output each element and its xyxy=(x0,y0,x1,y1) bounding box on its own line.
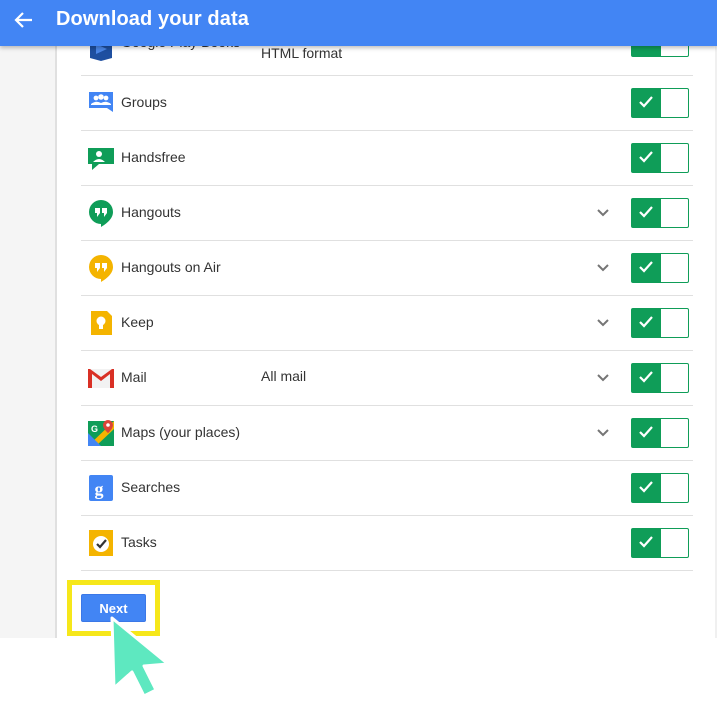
svg-text:G: G xyxy=(91,424,98,434)
chevron-down-icon[interactable] xyxy=(595,205,611,221)
product-label: Tasks xyxy=(121,534,157,550)
product-label: Searches xyxy=(121,479,181,495)
hangouts-on-air-icon xyxy=(89,255,113,282)
searches-icon: g xyxy=(89,475,113,501)
product-row-handsfree: Handsfree xyxy=(81,130,693,186)
include-toggle[interactable] xyxy=(631,143,689,173)
product-row-maps: G Maps (your places) xyxy=(81,405,693,461)
hangouts-icon xyxy=(89,200,113,227)
mail-icon xyxy=(88,369,114,388)
product-row-groups: Groups xyxy=(81,75,693,131)
product-row-mail: Mail All mail xyxy=(81,350,693,406)
page-title: Download your data xyxy=(56,8,249,30)
chevron-down-icon[interactable] xyxy=(595,315,611,331)
include-toggle[interactable] xyxy=(631,528,689,558)
product-row-searches: g Searches xyxy=(81,460,693,516)
mouse-pointer-icon xyxy=(110,616,170,698)
product-label: Maps (your places) xyxy=(121,424,241,440)
product-row-hangouts-on-air: Hangouts on Air xyxy=(81,240,693,296)
product-label: Hangouts on Air xyxy=(121,259,221,275)
product-format[interactable]: All mail xyxy=(261,368,306,384)
groups-icon xyxy=(89,92,113,112)
product-label: Hangouts xyxy=(121,204,181,220)
keep-icon xyxy=(91,311,112,335)
product-label: Mail xyxy=(121,369,147,385)
maps-icon: G xyxy=(88,420,114,446)
include-toggle[interactable] xyxy=(631,418,689,448)
product-label: Keep xyxy=(121,314,154,330)
back-arrow-icon[interactable] xyxy=(10,7,38,33)
product-row-keep: Keep xyxy=(81,295,693,351)
product-format[interactable]: HTML format xyxy=(261,45,342,61)
chevron-down-icon[interactable] xyxy=(595,260,611,276)
product-row-hangouts: Hangouts xyxy=(81,185,693,241)
left-pane xyxy=(0,46,57,638)
svg-text:g: g xyxy=(95,479,104,499)
product-label: Handsfree xyxy=(121,149,186,165)
handsfree-icon xyxy=(88,148,114,170)
include-toggle[interactable] xyxy=(631,253,689,283)
chevron-down-icon[interactable] xyxy=(595,425,611,441)
include-toggle[interactable] xyxy=(631,308,689,338)
include-toggle[interactable] xyxy=(631,363,689,393)
product-label: Groups xyxy=(121,94,167,110)
app-header: Download your data xyxy=(0,0,717,46)
tasks-icon xyxy=(89,530,113,556)
include-toggle[interactable] xyxy=(631,198,689,228)
include-toggle[interactable] xyxy=(631,88,689,118)
include-toggle[interactable] xyxy=(631,473,689,503)
chevron-down-icon[interactable] xyxy=(595,370,611,386)
product-row-tasks: Tasks xyxy=(81,515,693,571)
